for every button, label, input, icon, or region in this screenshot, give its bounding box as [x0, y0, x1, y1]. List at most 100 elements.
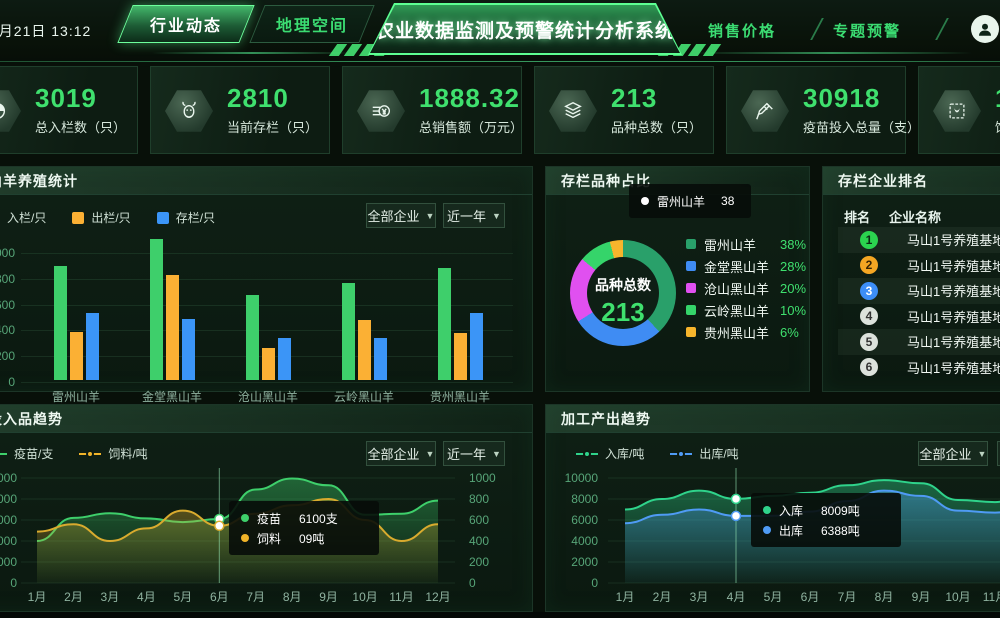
app-title-banner: 农业数据监测及预警统计分析系统 [368, 3, 682, 55]
tab-sale-price[interactable]: 销售价格 [700, 20, 784, 41]
stat-card: 30918疫苗投入总量（支） [726, 66, 906, 154]
panel-breed-ratio: 存栏品种占比 品种总数 213 雷州山羊 38 雷州山羊38%金堂黑山羊28%沧… [545, 166, 810, 392]
legend-item[interactable]: 存栏/只 [157, 209, 215, 226]
tooltip-series-name: 出库 [779, 522, 821, 539]
svg-text:3月: 3月 [690, 590, 709, 604]
company-name: 马山1号养殖基地 [907, 358, 1000, 377]
legend-item[interactable]: 入栏/只 [0, 209, 46, 226]
svg-text:1月: 1月 [616, 590, 635, 604]
svg-text:600: 600 [469, 513, 489, 527]
svg-text:10月: 10月 [945, 590, 970, 604]
ranking-table-rows: 1马山1号养殖基地2马山1号养殖基地3马山1号养殖基地4马山1号养殖基地5马山1… [838, 227, 1000, 380]
tab-geospace[interactable]: 地理空间 [249, 5, 374, 43]
table-row[interactable]: 4马山1号养殖基地 [838, 304, 1000, 330]
table-row[interactable]: 5马山1号养殖基地 [838, 329, 1000, 355]
legend-swatch [157, 212, 169, 224]
tab-special-warning[interactable]: 专题预警 [825, 20, 909, 41]
tooltip-value: 09吨 [299, 530, 324, 547]
legend-item[interactable]: 金堂黑山羊28% [686, 255, 806, 277]
table-row[interactable]: 3马山1号养殖基地 [838, 278, 1000, 304]
bar[interactable] [278, 338, 291, 380]
table-row[interactable]: 2马山1号养殖基地 [838, 253, 1000, 279]
stat-value: 3019 [35, 83, 126, 113]
tab-industry-news[interactable]: 行业动态 [117, 5, 254, 43]
stat-value: 1888.32 [419, 83, 523, 113]
svg-text:400: 400 [469, 534, 489, 548]
nav-divider-slash [798, 18, 824, 40]
chevron-down-icon: ▼ [426, 211, 435, 221]
bar[interactable] [470, 313, 483, 380]
legend-item[interactable]: 沧山黑山羊20% [686, 277, 806, 299]
table-row[interactable]: 6马山1号养殖基地 [838, 355, 1000, 381]
dashboard-viewport: 1月21日 13:12 行业动态 地理空间 农业数据监测及预警统计分析系统 销售… [0, 0, 1000, 618]
svg-text:0: 0 [591, 576, 598, 590]
stat-label: 当前存栏（只） [227, 117, 318, 136]
stat-label: 疫苗投入总量（支） [803, 117, 920, 136]
table-row[interactable]: 1马山1号养殖基地 [838, 227, 1000, 253]
user-avatar-icon[interactable] [971, 15, 999, 43]
bar[interactable] [246, 295, 259, 380]
bar[interactable] [182, 319, 195, 380]
svg-text:10000: 10000 [565, 471, 599, 485]
bar[interactable] [86, 313, 99, 380]
y-axis-tick: 0 [0, 375, 15, 389]
bar[interactable] [374, 338, 387, 380]
svg-text:10月: 10月 [352, 590, 377, 604]
svg-text:6000: 6000 [571, 513, 598, 527]
tooltip-dot [241, 534, 249, 542]
tooltip-dot [763, 526, 771, 534]
legend-item[interactable]: 云岭黑山羊10% [686, 299, 806, 321]
bar-group[interactable] [438, 225, 483, 380]
svg-text:2000: 2000 [0, 555, 17, 569]
footer-strip [0, 612, 1000, 618]
panel-livestock-title: 山羊养殖统计 [0, 167, 532, 195]
tooltip-value: 6100支 [299, 510, 338, 527]
svg-text:9月: 9月 [912, 590, 931, 604]
rank-badge: 5 [860, 333, 878, 351]
panel-ranking-title: 存栏企业排名 [823, 167, 1000, 195]
svg-text:8月: 8月 [875, 590, 894, 604]
svg-text:11月: 11月 [389, 590, 413, 604]
rank-badge: 1 [860, 231, 878, 249]
bar[interactable] [166, 275, 179, 380]
legend-label: 出栏/只 [91, 209, 130, 226]
svg-text:800: 800 [469, 492, 489, 506]
bar-group[interactable] [150, 225, 195, 380]
bar-category-label: 云岭黑山羊 [316, 388, 412, 405]
legend-label: 金堂黑山羊 [704, 257, 780, 276]
svg-text:12月: 12月 [425, 590, 450, 604]
donut-tooltip: 雷州山羊 38 [629, 184, 751, 218]
tooltip-value: 6388吨 [821, 522, 860, 539]
bar-group[interactable] [54, 225, 99, 380]
legend-item[interactable]: 出栏/只 [72, 209, 130, 226]
bar-group[interactable] [342, 225, 387, 380]
bar[interactable] [54, 266, 67, 380]
rank-badge: 4 [860, 307, 878, 325]
panel-company-ranking: 存栏企业排名 排名 企业名称 1马山1号养殖基地2马山1号养殖基地3马山1号养殖… [822, 166, 1000, 392]
stat-label: 总入栏数（只） [35, 117, 126, 136]
livestock-legend: 入栏/只 出栏/只 存栏/只 [0, 209, 215, 226]
svg-text:10000: 10000 [0, 471, 17, 485]
bar[interactable] [358, 320, 371, 380]
bar[interactable] [454, 333, 467, 380]
svg-text:8000: 8000 [571, 492, 598, 506]
chevron-down-icon: ▼ [492, 211, 501, 221]
bar-group[interactable] [246, 225, 291, 380]
bar[interactable] [150, 239, 163, 380]
bar[interactable] [438, 268, 451, 380]
bar[interactable] [342, 283, 355, 380]
bar[interactable] [262, 348, 275, 380]
bar[interactable] [70, 332, 83, 380]
syringe-icon [741, 88, 789, 134]
header-bar: 1月21日 13:12 行业动态 地理空间 农业数据监测及预警统计分析系统 销售… [0, 0, 1000, 62]
stat-label: 品种总数（只） [611, 117, 702, 136]
rank-badge: 3 [860, 282, 878, 300]
chart-tooltip: 疫苗6100支饲料09吨 [229, 501, 379, 555]
stat-value: 213 [611, 83, 702, 113]
legend-percent: 20% [780, 281, 806, 296]
y-axis-tick: 400 [0, 323, 15, 337]
y-axis-tick: 600 [0, 298, 15, 312]
legend-item[interactable]: 贵州黑山羊6% [686, 321, 806, 343]
legend-item[interactable]: 雷州山羊38% [686, 233, 806, 255]
svg-text:8月: 8月 [283, 590, 302, 604]
